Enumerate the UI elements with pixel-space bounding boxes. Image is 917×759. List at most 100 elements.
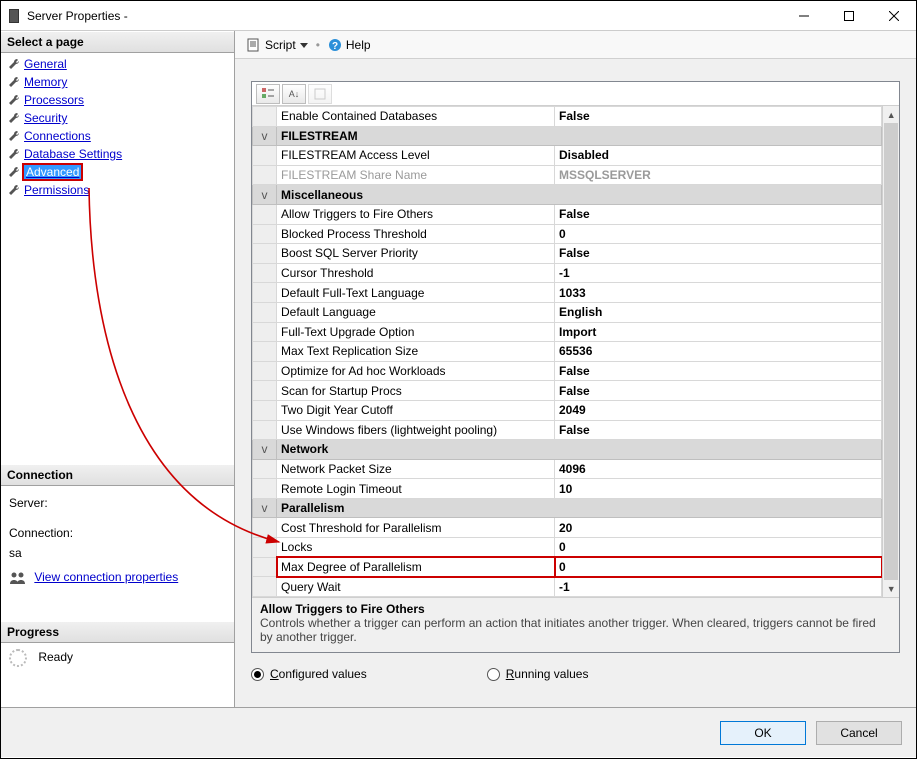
property-value[interactable]: False: [555, 361, 882, 381]
property-value[interactable]: Disabled: [555, 146, 882, 166]
page-item-general[interactable]: General: [1, 55, 234, 73]
categorized-button[interactable]: [256, 84, 280, 104]
property-row[interactable]: Full-Text Upgrade OptionImport: [253, 322, 882, 342]
chevron-down-icon[interactable]: v: [253, 185, 277, 205]
page-item-advanced[interactable]: Advanced: [1, 163, 234, 181]
property-row[interactable]: Default LanguageEnglish: [253, 302, 882, 322]
property-name: Network Packet Size: [277, 459, 555, 479]
alphabetical-button[interactable]: A↓: [282, 84, 306, 104]
page-list: General Memory Processors Security Connectio…: [1, 53, 234, 199]
page-item-label: Advanced: [24, 165, 81, 179]
property-row[interactable]: Blocked Process Threshold0: [253, 224, 882, 244]
category-network[interactable]: vNetwork: [253, 440, 882, 460]
ok-button[interactable]: OK: [720, 721, 806, 745]
property-row[interactable]: Cost Threshold for Parallelism20: [253, 518, 882, 538]
property-row[interactable]: Enable Contained DatabasesFalse: [253, 107, 882, 127]
property-value[interactable]: 0: [555, 557, 882, 577]
cancel-button[interactable]: Cancel: [816, 721, 902, 745]
category-miscellaneous[interactable]: vMiscellaneous: [253, 185, 882, 205]
property-row[interactable]: Max Degree of Parallelism0: [253, 557, 882, 577]
property-row[interactable]: FILESTREAM Access LevelDisabled: [253, 146, 882, 166]
script-button[interactable]: Script: [243, 36, 312, 54]
property-value[interactable]: -1: [555, 263, 882, 283]
view-connection-link[interactable]: View connection properties: [34, 570, 178, 584]
grid-scrollbar[interactable]: ▲ ▼: [882, 106, 899, 597]
page-item-security[interactable]: Security: [1, 109, 234, 127]
scroll-down-icon[interactable]: ▼: [883, 580, 899, 597]
properties-button[interactable]: [308, 84, 332, 104]
property-value[interactable]: 65536: [555, 342, 882, 362]
page-item-permissions[interactable]: Permissions: [1, 181, 234, 199]
connection-section: Server: Connection: sa View connection p…: [1, 486, 234, 601]
property-row[interactable]: Use Windows fibers (lightweight pooling)…: [253, 420, 882, 440]
property-row[interactable]: Cursor Threshold-1: [253, 263, 882, 283]
progress-status: Ready: [38, 650, 73, 664]
property-value[interactable]: False: [555, 107, 882, 127]
property-row[interactable]: FILESTREAM Share NameMSSQLSERVER: [253, 165, 882, 185]
right-panel: Script • ? Help A↓ Ena: [235, 31, 916, 707]
minimize-button[interactable]: [781, 1, 826, 31]
page-item-label: General: [24, 57, 67, 71]
running-values-radio[interactable]: Running values: [487, 667, 589, 681]
property-value[interactable]: 0: [555, 538, 882, 558]
progress-header: Progress: [1, 621, 234, 643]
chevron-down-icon[interactable]: v: [253, 126, 277, 146]
select-page-header: Select a page: [1, 31, 234, 53]
description-box: Allow Triggers to Fire Others Controls w…: [252, 597, 899, 652]
page-item-label: Security: [24, 111, 67, 125]
property-row[interactable]: Optimize for Ad hoc WorkloadsFalse: [253, 361, 882, 381]
category-filestream[interactable]: vFILESTREAM: [253, 126, 882, 146]
configured-values-radio[interactable]: Configured values: [251, 667, 367, 681]
wrench-icon: [7, 111, 21, 125]
property-value[interactable]: MSSQLSERVER: [555, 165, 882, 185]
property-value[interactable]: False: [555, 420, 882, 440]
property-value[interactable]: -1: [555, 577, 882, 597]
property-value[interactable]: 4096: [555, 459, 882, 479]
property-row[interactable]: Remote Login Timeout10: [253, 479, 882, 499]
page-item-database-settings[interactable]: Database Settings: [1, 145, 234, 163]
property-row[interactable]: Locks0: [253, 538, 882, 558]
property-value[interactable]: False: [555, 244, 882, 264]
property-row[interactable]: Default Full-Text Language1033: [253, 283, 882, 303]
scroll-thumb[interactable]: [884, 123, 898, 580]
property-name: Boost SQL Server Priority: [277, 244, 555, 264]
property-row[interactable]: Network Packet Size4096: [253, 459, 882, 479]
page-item-label: Connections: [24, 129, 91, 143]
property-row[interactable]: Query Wait-1: [253, 577, 882, 597]
property-row[interactable]: Scan for Startup ProcsFalse: [253, 381, 882, 401]
wrench-icon: [7, 183, 21, 197]
close-button[interactable]: [871, 1, 916, 31]
property-value[interactable]: False: [555, 204, 882, 224]
page-item-memory[interactable]: Memory: [1, 73, 234, 91]
titlebar: Server Properties -: [1, 1, 916, 31]
property-value[interactable]: 1033: [555, 283, 882, 303]
property-row[interactable]: Allow Triggers to Fire OthersFalse: [253, 204, 882, 224]
page-item-label: Memory: [24, 75, 67, 89]
scroll-up-icon[interactable]: ▲: [883, 106, 899, 123]
wrench-icon: [7, 129, 21, 143]
maximize-button[interactable]: [826, 1, 871, 31]
wrench-icon: [7, 147, 21, 161]
property-value[interactable]: English: [555, 302, 882, 322]
chevron-down-icon[interactable]: v: [253, 498, 277, 518]
help-button[interactable]: ? Help: [324, 36, 375, 54]
page-item-processors[interactable]: Processors: [1, 91, 234, 109]
property-value[interactable]: 20: [555, 518, 882, 538]
wrench-icon: [7, 165, 21, 179]
connection-header: Connection: [1, 464, 234, 486]
property-value[interactable]: 2049: [555, 400, 882, 420]
property-value[interactable]: False: [555, 381, 882, 401]
property-value[interactable]: Import: [555, 322, 882, 342]
property-row[interactable]: Max Text Replication Size65536: [253, 342, 882, 362]
page-item-connections[interactable]: Connections: [1, 127, 234, 145]
chevron-down-icon[interactable]: v: [253, 440, 277, 460]
property-value[interactable]: 0: [555, 224, 882, 244]
category-parallelism[interactable]: vParallelism: [253, 498, 882, 518]
property-row[interactable]: Two Digit Year Cutoff2049: [253, 400, 882, 420]
property-value[interactable]: 10: [555, 479, 882, 499]
radio-off-icon: [487, 668, 500, 681]
property-row[interactable]: Boost SQL Server PriorityFalse: [253, 244, 882, 264]
property-grid[interactable]: Enable Contained DatabasesFalsevFILESTRE…: [252, 106, 882, 597]
property-name: Max Degree of Parallelism: [277, 557, 555, 577]
wrench-icon: [7, 93, 21, 107]
